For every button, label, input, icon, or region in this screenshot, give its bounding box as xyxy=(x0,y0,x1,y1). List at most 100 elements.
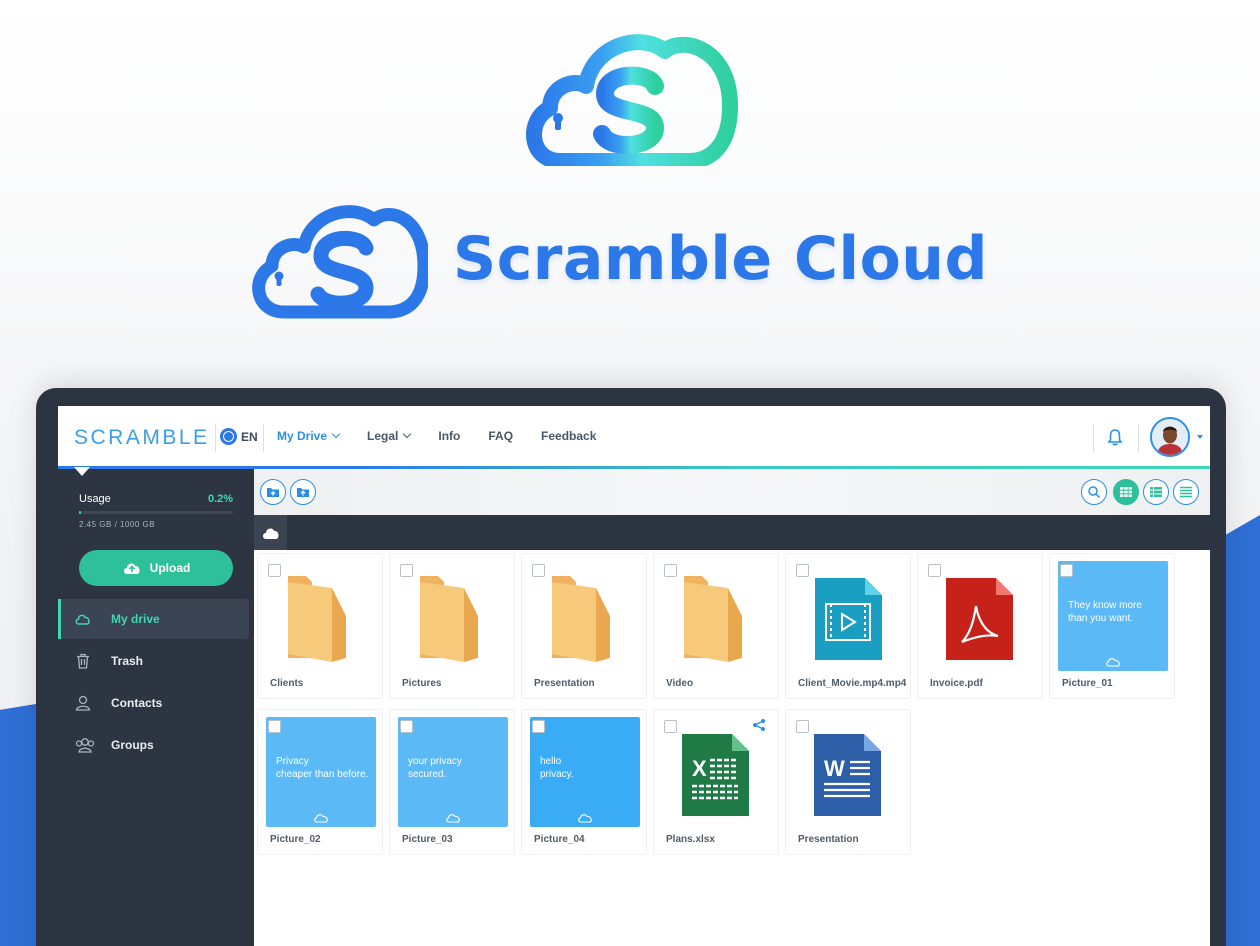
cloud-icon xyxy=(75,614,90,625)
search-icon xyxy=(1088,486,1101,499)
file-card[interactable]: Invoice.pdf xyxy=(917,553,1043,699)
file-name: Picture_04 xyxy=(534,834,585,845)
file-name: Picture_01 xyxy=(1062,678,1113,689)
scramble-cloud-logo-icon xyxy=(526,34,738,166)
file-checkbox[interactable] xyxy=(268,564,281,577)
file-card[interactable]: X Plans.xlsx xyxy=(653,709,779,855)
scramble-logo-icon xyxy=(578,814,592,823)
divider xyxy=(215,424,216,452)
file-card[interactable]: your privacy secured. Picture_03 xyxy=(389,709,515,855)
new-folder-button[interactable] xyxy=(260,479,286,505)
file-card[interactable]: Presentation xyxy=(521,553,647,699)
brand-lockup: Scramble Cloud xyxy=(248,200,1028,320)
grid-view-icon xyxy=(1120,487,1132,497)
image-thumbnail: They know more than you want. xyxy=(1058,561,1168,671)
nav-label: FAQ xyxy=(488,429,514,443)
divider xyxy=(1093,424,1094,452)
file-name: Presentation xyxy=(798,834,859,845)
chevron-down-icon xyxy=(403,429,412,439)
language-label: EN xyxy=(241,429,258,444)
globe-icon xyxy=(220,428,237,445)
trash-icon xyxy=(77,653,89,669)
grid-view-button[interactable] xyxy=(1113,479,1139,505)
file-card[interactable]: They know more than you want. Picture_01 xyxy=(1049,553,1175,699)
app-logo[interactable]: SCRAMBLE xyxy=(74,426,210,450)
chevron-down-icon[interactable] xyxy=(1197,435,1203,439)
upload-folder-button[interactable] xyxy=(290,479,316,505)
svg-text:X: X xyxy=(692,756,707,781)
avatar[interactable] xyxy=(1150,417,1190,457)
nav-faq[interactable]: FAQ xyxy=(488,429,513,443)
usage-progress-bar xyxy=(79,511,233,514)
cloud-upload-icon xyxy=(123,563,140,574)
file-checkbox[interactable] xyxy=(532,720,545,733)
scramble-logo-icon xyxy=(1106,658,1120,667)
file-checkbox[interactable] xyxy=(532,564,545,577)
file-checkbox[interactable] xyxy=(400,720,413,733)
file-card[interactable]: hello privacy. Picture_04 xyxy=(521,709,647,855)
image-thumbnail: Privacy cheaper than before. xyxy=(266,717,376,827)
upload-button[interactable]: Upload xyxy=(79,550,233,586)
file-checkbox[interactable] xyxy=(268,720,281,733)
image-text: They know more than you want. xyxy=(1068,600,1142,624)
sidebar: Usage 0.2% 2.45 GB / 1000 GB Upload My d… xyxy=(58,467,254,946)
image-text: your privacy secured. xyxy=(408,756,462,780)
nav-label: Feedback xyxy=(541,429,597,443)
file-checkbox[interactable] xyxy=(664,564,677,577)
nav-info[interactable]: Info xyxy=(438,429,460,443)
file-card[interactable]: Pictures xyxy=(389,553,515,699)
usage-label: Usage xyxy=(79,493,111,505)
file-card[interactable]: Privacy cheaper than before. Picture_02 xyxy=(257,709,383,855)
file-card[interactable]: Clients xyxy=(257,553,383,699)
nav-legal[interactable]: Legal xyxy=(367,429,412,443)
nav-my-drive[interactable]: My Drive xyxy=(277,429,341,443)
compact-list-button[interactable] xyxy=(1173,479,1199,505)
nav-label: Legal xyxy=(367,429,399,443)
sidebar-item-trash[interactable]: Trash xyxy=(58,641,249,681)
scramble-logo-icon xyxy=(446,814,460,823)
svg-text:W: W xyxy=(824,756,845,781)
usage-progress-fill xyxy=(79,511,82,514)
file-checkbox[interactable] xyxy=(400,564,413,577)
upload-label: Upload xyxy=(149,561,191,575)
file-card[interactable]: Video xyxy=(653,553,779,699)
file-name: Picture_03 xyxy=(402,834,453,845)
file-checkbox[interactable] xyxy=(1060,564,1073,577)
file-name: Pictures xyxy=(402,678,442,689)
app-window: SCRAMBLE EN My Drive Legal Info FAQ Feed xyxy=(58,406,1210,946)
sidebar-item-contacts[interactable]: Contacts xyxy=(58,683,249,723)
language-selector[interactable]: EN xyxy=(220,428,258,445)
file-name: Invoice.pdf xyxy=(930,678,983,689)
file-card[interactable]: W Presentation xyxy=(785,709,911,855)
compact-list-icon xyxy=(1180,486,1192,498)
bell-icon[interactable] xyxy=(1106,428,1124,446)
image-text: Privacy cheaper than before. xyxy=(276,756,369,780)
sidebar-item-label: My drive xyxy=(111,612,160,626)
breadcrumb-root[interactable] xyxy=(254,515,287,550)
group-icon xyxy=(75,738,95,753)
file-name: Client_Movie.mp4.mp4 xyxy=(798,678,907,689)
cloud-icon xyxy=(262,528,278,539)
image-text: hello privacy. xyxy=(540,756,574,780)
scramble-logo-icon xyxy=(252,205,428,319)
sidebar-item-label: Trash xyxy=(111,654,144,668)
sidebar-item-groups[interactable]: Groups xyxy=(58,725,249,765)
share-icon[interactable] xyxy=(752,718,766,732)
file-card[interactable]: Client_Movie.mp4.mp4 xyxy=(785,553,911,699)
file-checkbox[interactable] xyxy=(796,720,809,733)
image-thumbnail: your privacy secured. xyxy=(398,717,508,827)
image-thumbnail: hello privacy. xyxy=(530,717,640,827)
file-checkbox[interactable] xyxy=(664,720,677,733)
file-checkbox[interactable] xyxy=(928,564,941,577)
list-view-button[interactable] xyxy=(1143,479,1169,505)
file-name: Plans.xlsx xyxy=(666,834,715,845)
sidebar-notch xyxy=(74,467,90,476)
search-button[interactable] xyxy=(1081,479,1107,505)
usage-detail: 2.45 GB / 1000 GB xyxy=(79,520,156,529)
user-avatar-icon xyxy=(1152,419,1188,455)
file-checkbox[interactable] xyxy=(796,564,809,577)
divider xyxy=(263,424,264,452)
nav-feedback[interactable]: Feedback xyxy=(541,429,596,443)
sidebar-item-my-drive[interactable]: My drive xyxy=(58,599,249,639)
file-name: Video xyxy=(666,678,694,689)
